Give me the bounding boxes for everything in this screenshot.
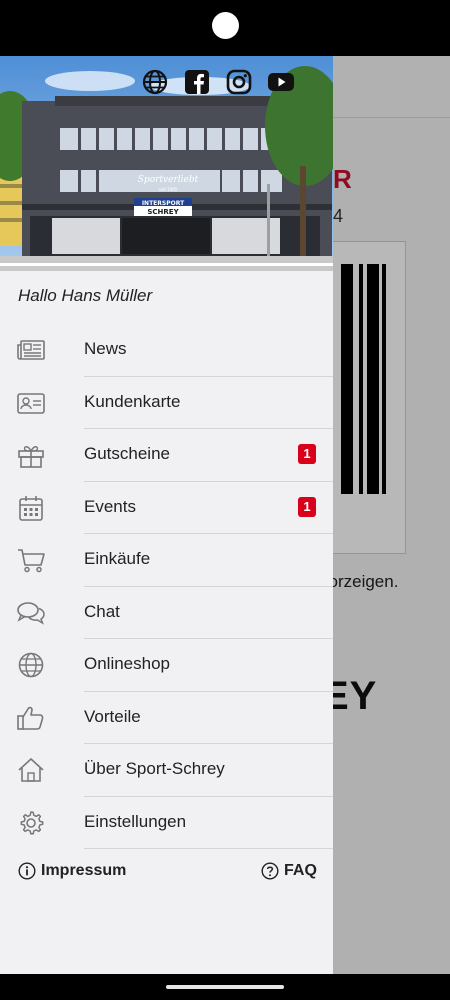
menu-item-vorteile[interactable]: Vorteile [0, 692, 333, 744]
building-sign-text: Sportverliebt [138, 175, 199, 185]
menu-item-label: Einstellungen [84, 811, 187, 831]
drawer-footer: Impressum FAQ [0, 862, 333, 892]
menu-item-label: Vorteile [84, 706, 141, 726]
screen: R 4 vorzeigen. EY Sportverliebt seit 190… [0, 56, 450, 974]
menu-item-label: News [84, 339, 127, 358]
phone-frame: R 4 vorzeigen. EY Sportverliebt seit 190… [0, 0, 450, 1000]
gift-icon [16, 441, 46, 469]
user-greeting: Hallo Hans Müller [18, 286, 153, 305]
menu-item-einstellungen[interactable]: Einstellungen [0, 797, 333, 849]
building-since-text: seit 1905 [159, 187, 178, 192]
menu-item-label: Kundenkarte [84, 391, 181, 411]
menu-item-chat[interactable]: Chat [0, 587, 333, 639]
menu-item-label: Onlineshop [84, 654, 171, 673]
notification-badge: 1 [298, 444, 316, 464]
menu-item-events[interactable]: Events 1 [0, 482, 333, 534]
navigation-drawer: Sportverliebt seit 1905 INTERSPORT SCHRE… [0, 56, 333, 974]
id-card-icon [16, 389, 46, 417]
notification-badge: 1 [298, 496, 316, 517]
menu-item-gutscheine[interactable]: Gutscheine 1 [0, 429, 333, 482]
store-brand-text: INTERSPORT [142, 200, 185, 207]
menu-item-label: Gutscheine [84, 444, 170, 463]
menu-item-einkaeufe[interactable]: Einkäufe [0, 534, 333, 587]
gear-icon [16, 809, 46, 837]
menu-item-onlineshop[interactable]: Onlineshop [0, 639, 333, 692]
youtube-icon[interactable] [267, 68, 295, 96]
menu-item-label: Events [84, 496, 136, 516]
instagram-icon[interactable] [225, 68, 253, 96]
thumbs-up-icon [16, 704, 46, 732]
home-icon [16, 756, 46, 784]
store-hero-image: Sportverliebt seit 1905 INTERSPORT SCHRE… [0, 56, 333, 271]
facebook-icon[interactable] [183, 68, 211, 96]
store-name-text: SCHREY [147, 208, 179, 216]
info-icon [18, 862, 36, 880]
menu-item-label: Einkäufe [84, 549, 151, 568]
menu-item-ueber-sport-schrey[interactable]: Über Sport-Schrey [0, 744, 333, 797]
menu-item-kundenkarte[interactable]: Kundenkarte [0, 377, 333, 429]
social-links [141, 68, 295, 96]
globe-icon[interactable] [141, 68, 169, 96]
menu-item-news[interactable]: News [0, 324, 333, 377]
menu-item-label: Über Sport-Schrey [84, 759, 225, 778]
impressum-label: Impressum [41, 862, 127, 879]
faq-link[interactable]: FAQ [261, 862, 317, 880]
home-indicator[interactable] [166, 985, 284, 989]
calendar-icon [16, 494, 46, 522]
cart-icon [16, 546, 46, 574]
drawer-menu: News Kundenkarte Gutscheine 1 Events 1 E… [0, 324, 333, 849]
newspaper-icon [16, 336, 46, 364]
globe-icon [16, 651, 46, 679]
help-icon [261, 862, 279, 880]
divider [84, 848, 333, 849]
faq-label: FAQ [284, 862, 317, 879]
menu-item-label: Chat [84, 601, 120, 621]
chat-icon [16, 599, 46, 627]
front-camera [212, 12, 239, 39]
impressum-link[interactable]: Impressum [18, 862, 126, 880]
